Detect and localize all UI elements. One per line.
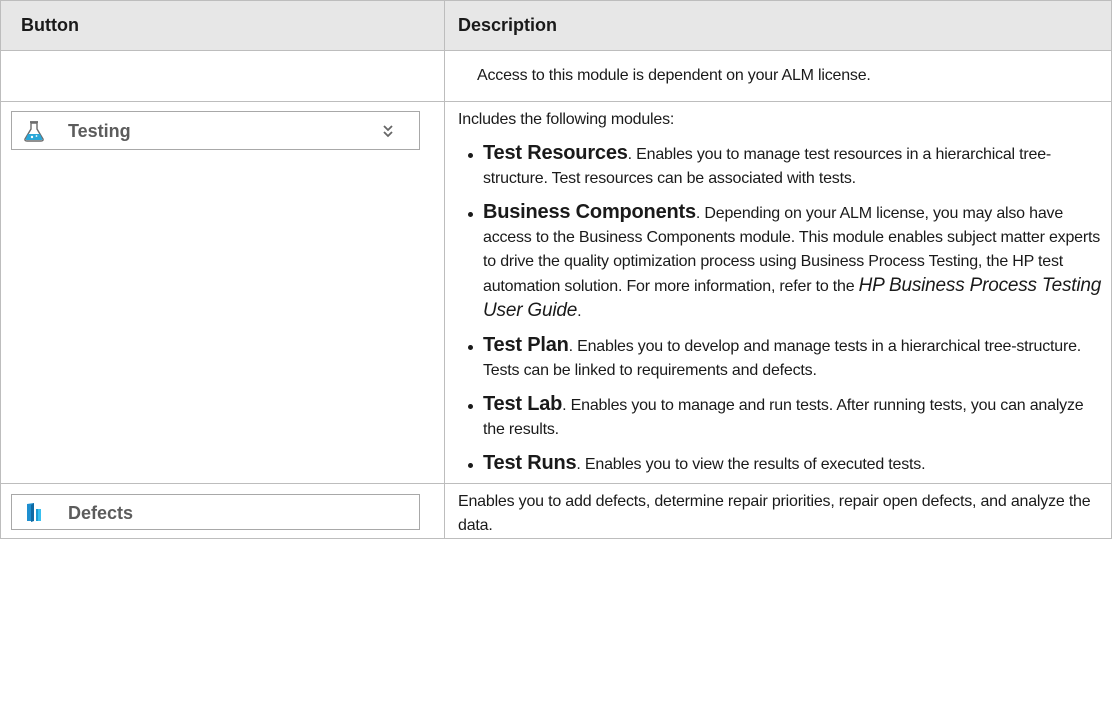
item-title: Business Components xyxy=(483,201,696,223)
item-title: Test Runs xyxy=(483,452,577,474)
header-description: Description xyxy=(444,0,1112,51)
bullet xyxy=(468,153,473,158)
list-item-test-lab: Test Lab. Enables you to manage and run … xyxy=(458,392,1103,451)
defects-module-button[interactable]: Defects xyxy=(11,494,420,530)
button-cell: Testing xyxy=(0,101,445,484)
defects-icon xyxy=(27,503,41,522)
button-cell-empty xyxy=(0,50,445,102)
testing-module-button[interactable]: Testing xyxy=(11,111,420,150)
table-row: Defects Enables you to add defects, dete… xyxy=(0,483,1112,539)
item-text: . Enables you to manage and run tests. A… xyxy=(483,397,1084,438)
flask-icon xyxy=(24,121,44,142)
bullet xyxy=(468,212,473,217)
description-cell: Access to this module is dependent on yo… xyxy=(444,50,1112,102)
list-item-test-resources: Test Resources. Enables you to manage te… xyxy=(458,141,1103,200)
defects-description: Enables you to add defects, determine re… xyxy=(458,493,1091,534)
header-button: Button xyxy=(0,0,445,51)
item-title: Test Resources xyxy=(483,142,628,164)
list-item-test-runs: Test Runs. Enables you to view the resul… xyxy=(458,451,1103,483)
double-chevron-down-icon[interactable] xyxy=(382,124,394,138)
license-note: Access to this module is dependent on yo… xyxy=(477,67,871,84)
testing-intro: Includes the following modules: xyxy=(458,111,675,128)
testing-button-label: Testing xyxy=(68,121,131,141)
button-cell: Defects xyxy=(0,483,445,539)
header-description-text: Description xyxy=(458,15,558,35)
header-button-text: Button xyxy=(21,15,79,35)
bullet xyxy=(468,345,473,350)
list-item-test-plan: Test Plan. Enables you to develop and ma… xyxy=(458,333,1103,392)
item-title: Test Lab xyxy=(483,393,563,415)
list-item-business-components: Business Components. Depending on your A… xyxy=(458,200,1103,333)
table-row: Access to this module is dependent on yo… xyxy=(0,50,1112,102)
item-tail: . xyxy=(577,303,582,320)
description-cell: Enables you to add defects, determine re… xyxy=(444,483,1112,539)
table-row: Testing Includes the following modules: … xyxy=(0,101,1112,484)
description-cell: Includes the following modules: Test Res… xyxy=(444,101,1112,484)
item-title: Test Plan xyxy=(483,334,569,356)
bullet xyxy=(468,463,473,468)
testing-modules-list: Test Resources. Enables you to manage te… xyxy=(458,141,1103,483)
table-header-row: Button Description xyxy=(0,0,1112,51)
defects-button-label: Defects xyxy=(68,503,134,523)
item-text: . Enables you to develop and manage test… xyxy=(483,338,1082,379)
module-buttons-table: Button Description Access to this module… xyxy=(0,0,1112,539)
bullet xyxy=(468,404,473,409)
item-text: . Enables you to view the results of exe… xyxy=(576,456,926,473)
